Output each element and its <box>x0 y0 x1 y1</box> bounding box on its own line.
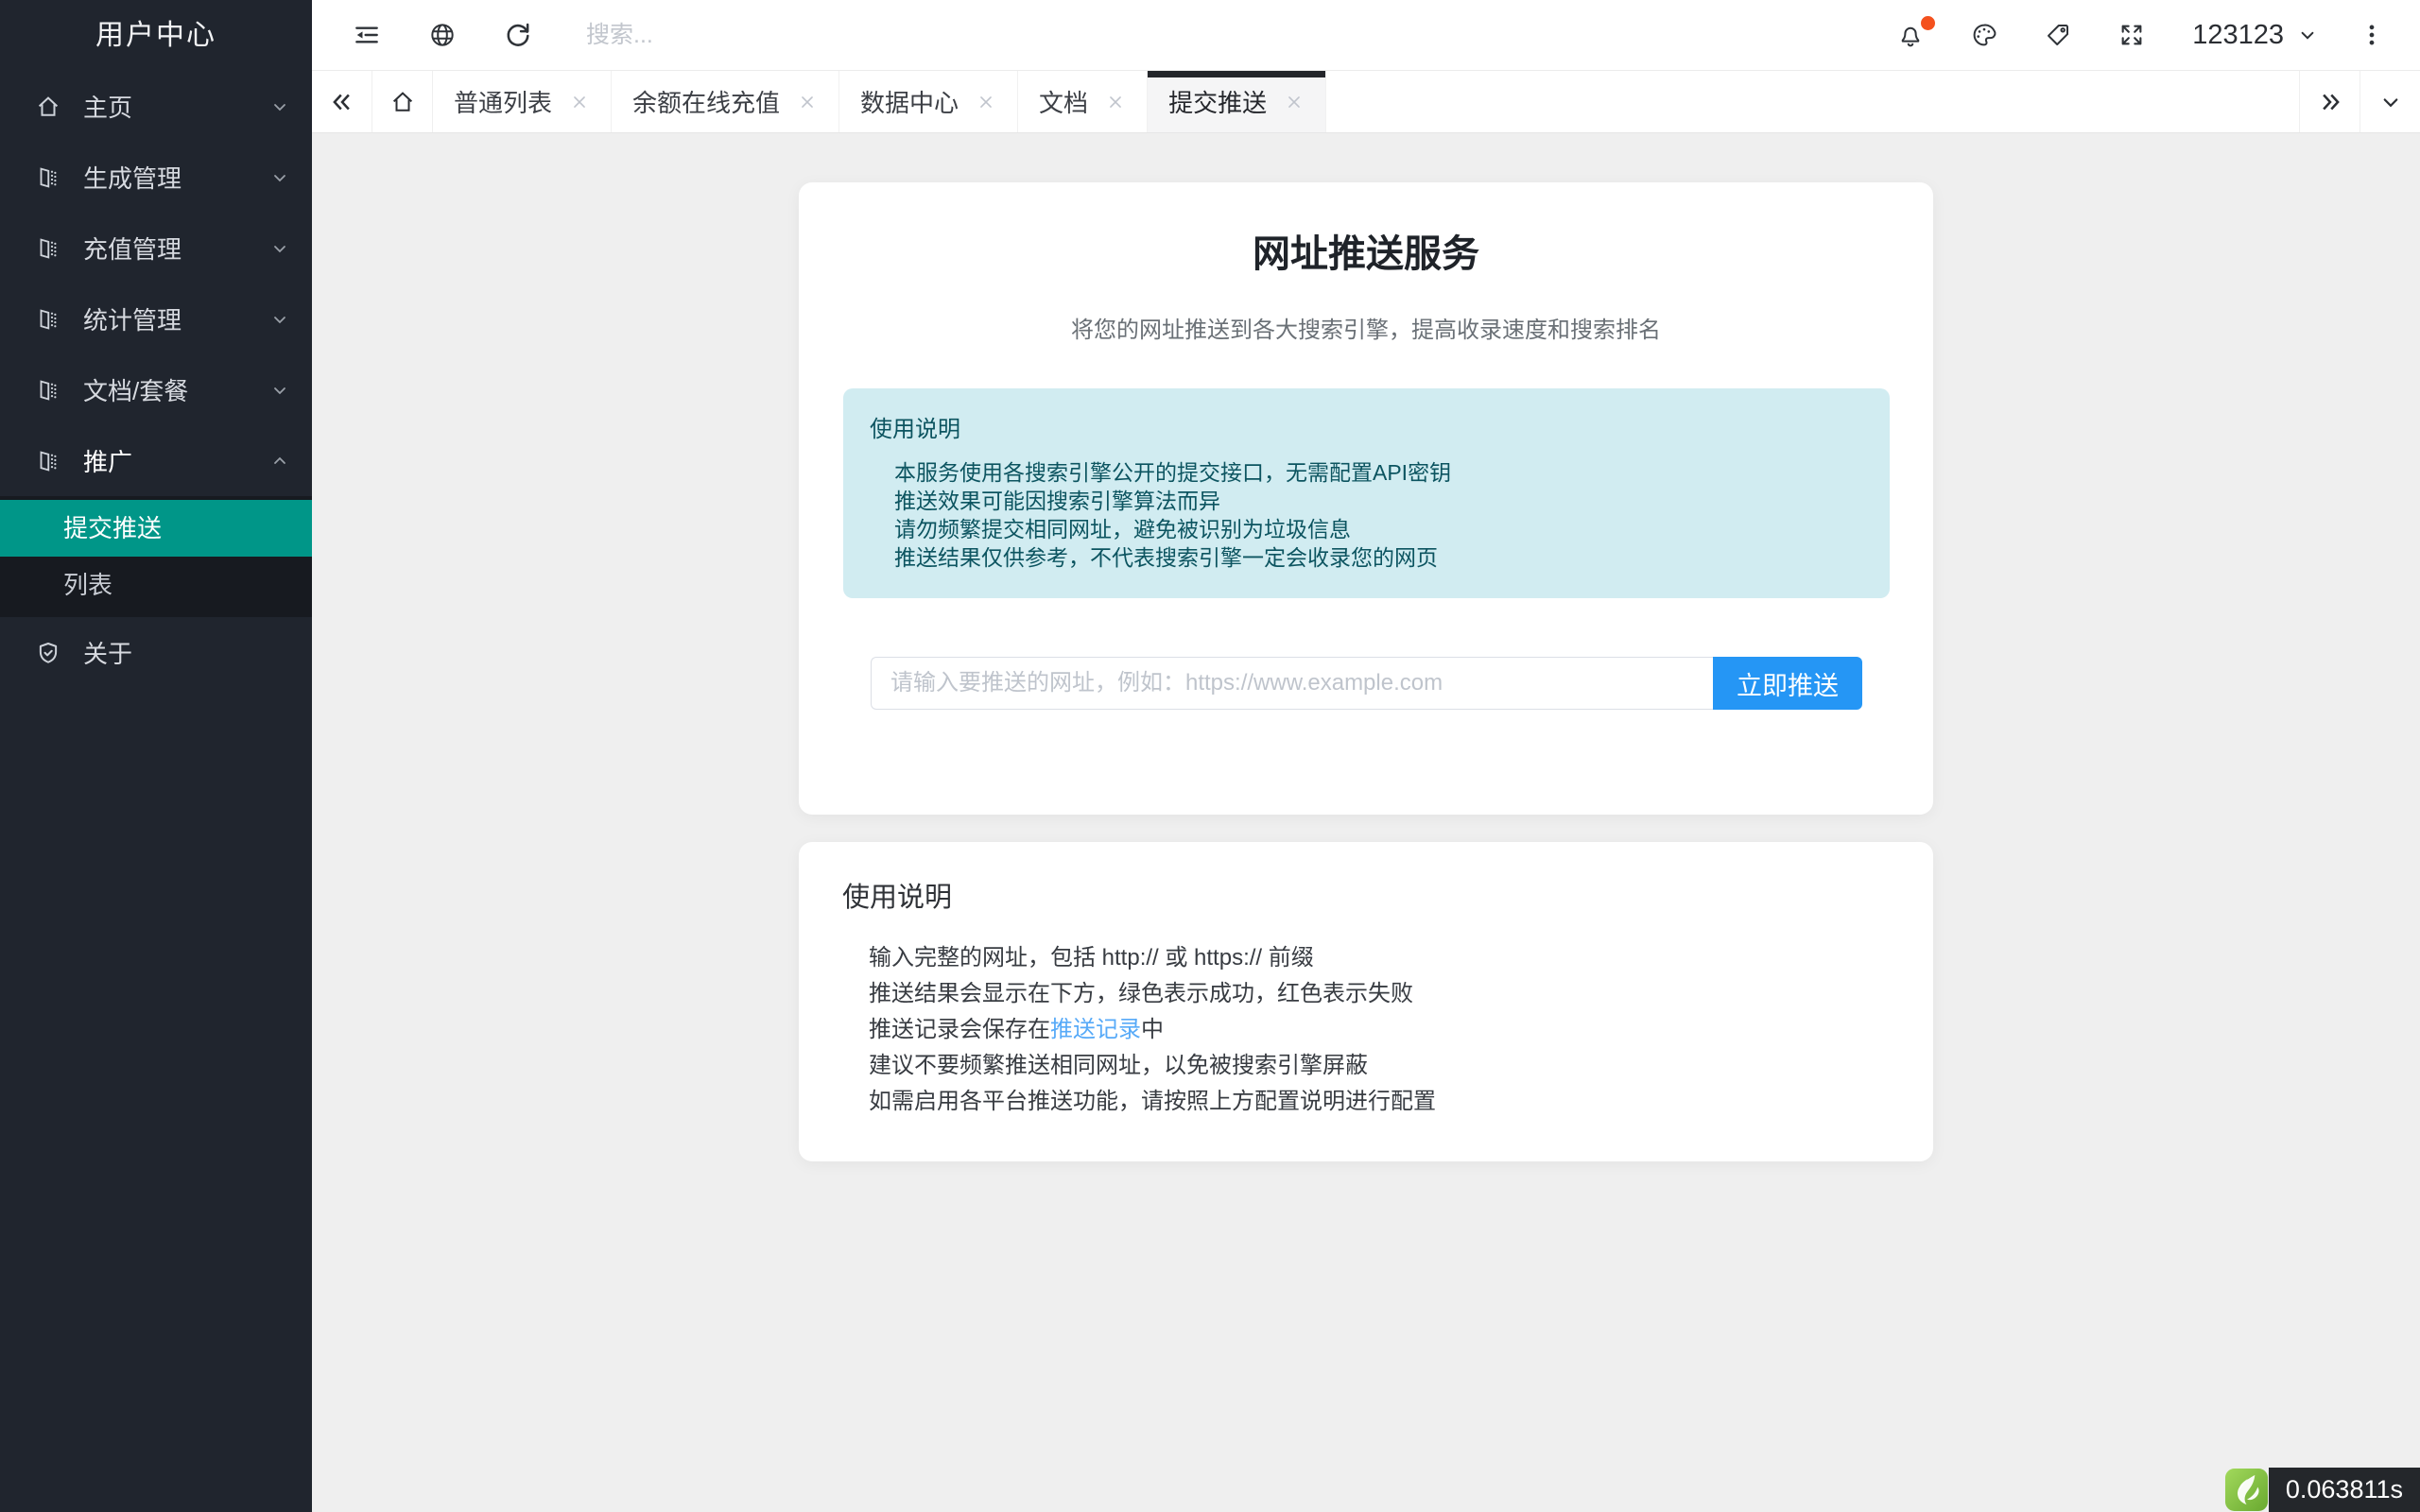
chevron-down-icon <box>268 308 291 331</box>
notice-line: 推送效果可能因搜索引擎算法而异 <box>894 487 1863 515</box>
close-icon[interactable] <box>976 92 996 112</box>
palette-icon[interactable] <box>1969 20 1999 50</box>
push-history-link[interactable]: 推送记录 <box>1050 1017 1141 1042</box>
sidebar-item-label: 统计管理 <box>83 301 182 336</box>
help-line: 建议不要频繁推送相同网址，以免被搜索引擎屏蔽 <box>869 1048 1890 1084</box>
tabbar: 普通列表 余额在线充值 数据中心 文档 提交推送 <box>312 71 2420 133</box>
close-icon[interactable] <box>797 92 818 112</box>
refresh-icon[interactable] <box>503 20 533 50</box>
chevron-down-icon <box>268 95 291 118</box>
sidebar-subitem-list[interactable]: 列表 <box>0 557 312 613</box>
sidebar-subitem-label: 列表 <box>63 571 112 599</box>
usage-notice-box: 使用说明 本服务使用各搜索引擎公开的提交接口，无需配置API密钥 推送效果可能因… <box>843 388 1890 598</box>
shield-check-icon <box>34 639 62 667</box>
topbar-actions: 123123 <box>1852 20 2386 51</box>
sidebar-item-generate[interactable]: 生成管理 <box>0 142 312 213</box>
module-icon <box>34 163 62 192</box>
help-line: 推送结果会显示在下方，绿色表示成功，红色表示失败 <box>869 976 1890 1012</box>
globe-icon[interactable] <box>427 20 458 50</box>
tab-submit-push[interactable]: 提交推送 <box>1148 71 1326 132</box>
close-icon[interactable] <box>1105 92 1126 112</box>
help-line: 推送记录会保存在推送记录中 <box>869 1012 1890 1048</box>
tab-data-center[interactable]: 数据中心 <box>839 71 1018 132</box>
notice-line: 推送结果仅供参考，不代表搜索引擎一定会收录您的网页 <box>894 543 1863 572</box>
search-input[interactable] <box>586 22 1852 49</box>
sidebar-menu: 主页 生成管理 充值管理 统计管理 <box>0 71 312 688</box>
notification-dot <box>1921 16 1935 30</box>
sidebar-item-recharge[interactable]: 充值管理 <box>0 213 312 284</box>
sidebar-item-label: 主页 <box>83 89 132 124</box>
topbar: 123123 <box>312 0 2420 71</box>
chevron-down-icon <box>268 166 291 189</box>
sidebar-item-statistics[interactable]: 统计管理 <box>0 284 312 354</box>
tab-normal-list[interactable]: 普通列表 <box>433 71 612 132</box>
page-title: 网址推送服务 <box>799 232 1933 277</box>
close-icon[interactable] <box>1284 92 1305 112</box>
home-icon <box>34 93 62 121</box>
module-icon <box>34 305 62 334</box>
kebab-menu-icon[interactable] <box>2358 21 2386 49</box>
notice-lines: 本服务使用各搜索引擎公开的提交接口，无需配置API密钥 推送效果可能因搜索引擎算… <box>870 458 1863 572</box>
module-icon <box>34 376 62 404</box>
scroll-tabs-right-icon[interactable] <box>2299 71 2360 132</box>
tab-docs[interactable]: 文档 <box>1018 71 1148 132</box>
tab-options-icon[interactable] <box>2360 71 2420 132</box>
help-lines: 输入完整的网址，包括 http:// 或 https:// 前缀 推送结果会显示… <box>842 940 1890 1120</box>
push-url-row: 立即推送 <box>871 657 1862 710</box>
trace-badge: 0.063811s <box>2224 1468 2420 1512</box>
sidebar: 用户中心 主页 生成管理 充值管理 统计管理 <box>0 0 312 1512</box>
push-service-card: 网址推送服务 将您的网址推送到各大搜索引擎，提高收录速度和搜索排名 使用说明 本… <box>799 182 1933 815</box>
fold-sidebar-icon[interactable] <box>352 20 382 50</box>
fullscreen-icon[interactable] <box>2117 20 2147 50</box>
help-line: 输入完整的网址，包括 http:// 或 https:// 前缀 <box>869 940 1890 976</box>
help-card: 使用说明 输入完整的网址，包括 http:// 或 https:// 前缀 推送… <box>799 842 1933 1161</box>
username: 123123 <box>2192 20 2284 51</box>
tag-icon[interactable] <box>2043 20 2073 50</box>
notice-heading: 使用说明 <box>870 415 1863 445</box>
sidebar-item-label: 推广 <box>83 443 132 478</box>
chevron-up-icon <box>268 450 291 472</box>
notice-line: 请勿频繁提交相同网址，避免被识别为垃圾信息 <box>894 515 1863 543</box>
sidebar-item-label: 关于 <box>83 635 132 670</box>
chevron-down-icon <box>268 237 291 260</box>
sidebar-item-label: 文档/套餐 <box>83 372 188 407</box>
module-icon <box>34 447 62 475</box>
chevron-down-icon <box>2295 23 2320 47</box>
notice-line: 本服务使用各搜索引擎公开的提交接口，无需配置API密钥 <box>894 458 1863 487</box>
sidebar-item-promotion[interactable]: 推广 <box>0 425 312 496</box>
user-menu[interactable]: 123123 <box>2192 20 2320 51</box>
close-icon[interactable] <box>569 92 590 112</box>
bell-icon[interactable] <box>1895 20 1926 50</box>
sidebar-item-about[interactable]: 关于 <box>0 617 312 688</box>
help-heading: 使用说明 <box>842 882 1890 914</box>
page-subtitle: 将您的网址推送到各大搜索引擎，提高收录速度和搜索排名 <box>799 317 1933 345</box>
main-content: 网址推送服务 将您的网址推送到各大搜索引擎，提高收录速度和搜索排名 使用说明 本… <box>312 133 2420 1512</box>
scroll-tabs-left-icon[interactable] <box>312 71 372 132</box>
tabbar-spacer <box>1326 71 2299 132</box>
submit-push-button[interactable]: 立即推送 <box>1713 657 1862 710</box>
home-tab-icon[interactable] <box>372 71 433 132</box>
sidebar-submenu: 提交推送 列表 <box>0 496 312 617</box>
help-line: 如需启用各平台推送功能，请按照上方配置说明进行配置 <box>869 1084 1890 1120</box>
chevron-down-icon <box>268 379 291 402</box>
tab-balance-recharge[interactable]: 余额在线充值 <box>612 71 839 132</box>
sidebar-item-label: 生成管理 <box>83 160 182 195</box>
flame-logo-icon[interactable] <box>2224 1468 2269 1512</box>
push-url-input[interactable] <box>871 657 1713 710</box>
app-title: 用户中心 <box>0 0 312 71</box>
sidebar-item-docs-packages[interactable]: 文档/套餐 <box>0 354 312 425</box>
module-icon <box>34 234 62 263</box>
sidebar-item-home[interactable]: 主页 <box>0 71 312 142</box>
sidebar-item-label: 充值管理 <box>83 231 182 266</box>
sidebar-subitem-label: 提交推送 <box>63 514 162 542</box>
sidebar-subitem-submit-push[interactable]: 提交推送 <box>0 500 312 557</box>
exec-time: 0.063811s <box>2269 1468 2420 1512</box>
